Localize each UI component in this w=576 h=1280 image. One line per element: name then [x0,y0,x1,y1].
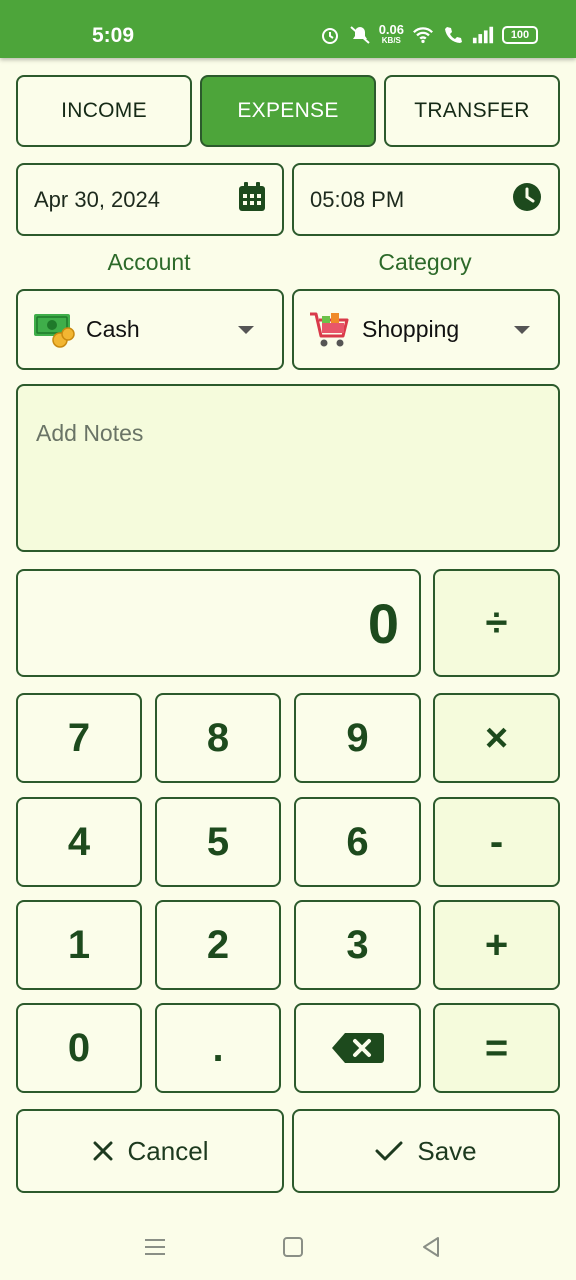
clock-icon[interactable] [512,182,542,218]
notes-input[interactable]: Add Notes [16,384,560,552]
account-select[interactable]: Cash [16,289,284,370]
net-speed: 0.06 KB/S [378,22,404,45]
account-value: Cash [86,316,140,342]
chevron-down-icon [238,325,254,334]
key-1[interactable]: 1 [16,900,142,990]
tab-expense[interactable]: EXPENSE [200,75,376,147]
alarm-icon [319,24,341,46]
close-icon [93,1141,113,1161]
time-field[interactable]: 05:08 PM [292,163,560,236]
key-2[interactable]: 2 [155,900,281,990]
calendar-icon[interactable] [238,181,266,218]
account-label: Account [107,249,191,275]
tab-income[interactable]: INCOME [16,75,192,147]
category-label: Category [378,249,472,275]
home-icon[interactable] [278,1232,308,1262]
key-8[interactable]: 8 [155,693,281,783]
key-0[interactable]: 0 [16,1003,142,1093]
back-icon[interactable] [416,1232,446,1262]
status-icons: 0.06 KB/S 100 [319,22,538,46]
call-icon [442,24,464,46]
key-5[interactable]: 5 [155,797,281,887]
wifi-icon [412,24,434,46]
category-value: Shopping [362,316,460,342]
cancel-button[interactable]: Cancel [16,1109,284,1193]
amount-display: 0 [16,569,421,677]
menu-icon[interactable] [140,1232,170,1262]
check-icon [375,1141,403,1161]
multiply-key[interactable]: × [433,693,560,783]
key-4[interactable]: 4 [16,797,142,887]
category-select[interactable]: Shopping [292,289,560,370]
status-time: 5:09 [92,24,135,47]
status-bar: 5:09 0.06 KB/S 100 [0,0,576,58]
mute-icon [349,24,371,46]
shopping-cart-icon [308,310,352,350]
save-button[interactable]: Save [292,1109,560,1193]
key-7[interactable]: 7 [16,693,142,783]
backspace-icon [331,1033,384,1063]
system-nav-bar [0,1210,576,1280]
key-9[interactable]: 9 [294,693,421,783]
key-3[interactable]: 3 [294,900,421,990]
signal-icon [472,24,494,46]
battery-icon: 100 [502,26,538,44]
cancel-label: Cancel [127,1135,209,1166]
chevron-down-icon [514,325,530,334]
time-value: 05:08 PM [310,186,405,212]
cash-icon [32,310,76,350]
equals-key[interactable]: = [433,1003,560,1093]
backspace-key[interactable] [294,1003,421,1093]
key-6[interactable]: 6 [294,797,421,887]
plus-key[interactable]: + [433,900,560,990]
tab-transfer[interactable]: TRANSFER [384,75,560,147]
key-dot[interactable]: . [155,1003,281,1093]
date-field[interactable]: Apr 30, 2024 [16,163,284,236]
minus-key[interactable]: - [433,797,560,887]
date-value: Apr 30, 2024 [34,186,160,212]
divide-key[interactable]: ÷ [433,569,560,677]
save-label: Save [417,1135,477,1166]
